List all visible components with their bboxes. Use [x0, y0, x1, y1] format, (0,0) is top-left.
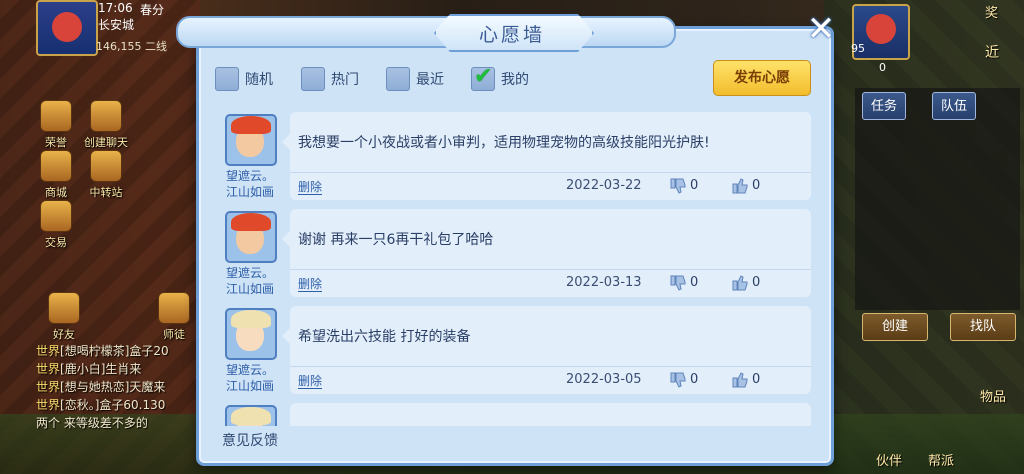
wish-list[interactable]: 望遮云。 江山如画 我想要一个小夜战或者小审判，适用物理宠物的高级技能阳光护肤! …	[212, 112, 812, 426]
author-avatar[interactable]	[225, 308, 277, 360]
wish-bubble: 希望洗出六技能 打好的装备 删除 2022-03-05 0 0	[282, 306, 811, 394]
thumbs-up-icon[interactable]	[730, 370, 750, 390]
hud-chat-button[interactable]: 创建聊天	[82, 100, 130, 150]
transfer-icon	[90, 150, 122, 182]
team-panel	[855, 88, 1020, 310]
hud-friends-button[interactable]: 好友	[40, 292, 88, 342]
close-button[interactable]: ✕	[803, 12, 839, 46]
wish-date: 2022-03-22	[566, 178, 642, 193]
hud-transfer-button[interactable]: 中转站	[82, 150, 130, 200]
pet-level: 95	[851, 42, 865, 55]
delete-link[interactable]: 删除	[298, 180, 323, 195]
dislike-count: 0	[690, 275, 699, 290]
wish-date: 2022-03-05	[566, 372, 642, 387]
wish-message: 希望洗出六技能 打好的装备	[298, 329, 471, 345]
reward-button[interactable]: 奖	[985, 2, 998, 21]
publish-wish-button[interactable]: 发布心愿	[713, 60, 811, 96]
chat-line: 世界[想喝柠檬茶]盒子20	[36, 344, 169, 358]
mentor-icon	[158, 292, 190, 324]
checkbox-icon	[301, 67, 325, 91]
dislike-count: 0	[690, 178, 699, 193]
wish-date: 2022-03-13	[566, 275, 642, 290]
dialog-title-bar	[176, 16, 676, 48]
find-team-button[interactable]: 找队	[950, 313, 1016, 341]
divider	[290, 366, 811, 367]
checkbox-checked-icon	[471, 64, 495, 91]
tab-tasks[interactable]: 任务	[862, 92, 907, 120]
checkbox-icon	[386, 67, 410, 91]
filter-mine[interactable]: 我的	[471, 64, 529, 92]
wish-item: 望遮云。 江山如画 谢谢 再来一只6再干礼包了哈哈 删除 2022-03-13 0…	[212, 209, 812, 301]
delete-link[interactable]: 删除	[298, 277, 323, 292]
checkbox-icon	[215, 67, 239, 91]
map-name[interactable]: 长安城	[98, 16, 134, 33]
guild-button[interactable]: 帮派	[928, 450, 954, 469]
filter-popular[interactable]: 热门	[301, 66, 359, 92]
partner-button[interactable]: 伙伴	[876, 450, 902, 469]
player-avatar[interactable]	[36, 0, 98, 56]
wish-item: 望遮云。 江山如画 我想要一个小夜战或者小审判，适用物理宠物的高级技能阳光护肤! …	[212, 112, 812, 204]
wish-message: 我想要一个小夜战或者小审判，适用物理宠物的高级技能阳光护肤!	[298, 135, 710, 151]
divider	[290, 269, 811, 270]
wish-bubble: 谢谢 再来一只6再干礼包了哈哈 删除 2022-03-13 0 0	[282, 209, 811, 297]
author-avatar[interactable]	[225, 405, 277, 426]
status-season: 春分	[140, 3, 165, 17]
author-name[interactable]: 望遮云。 江山如画	[217, 362, 283, 394]
friends-icon	[48, 292, 80, 324]
like-count: 0	[752, 178, 761, 193]
author-name[interactable]: 望遮云。 江山如画	[217, 168, 283, 200]
items-button[interactable]: 物品	[980, 386, 1006, 405]
thumbs-down-icon[interactable]	[668, 273, 688, 293]
chat-line: 世界[恋秋。]盒子60.130	[36, 398, 166, 412]
divider	[290, 172, 811, 173]
hud-trade-button[interactable]: 交易	[32, 200, 80, 250]
hud-honor-button[interactable]: 荣誉	[32, 100, 80, 150]
wish-bubble: 我想要一个小夜战或者小审判，适用物理宠物的高级技能阳光护肤! 删除 2022-0…	[282, 112, 811, 200]
mall-icon	[40, 150, 72, 182]
chat-line: 两个 来等级差不多的	[36, 416, 148, 430]
hud-mentor-button[interactable]: 师徒	[150, 292, 198, 342]
author-avatar[interactable]	[225, 211, 277, 263]
dislike-count: 0	[690, 372, 699, 387]
pet-value: 0	[879, 61, 886, 74]
wish-item	[212, 403, 812, 426]
wish-message: 谢谢 再来一只6再干礼包了哈哈	[298, 232, 494, 248]
status-time: 17:06	[98, 1, 133, 15]
trade-icon	[40, 200, 72, 232]
feedback-button[interactable]: 意见反馈	[222, 430, 278, 450]
author-name[interactable]: 望遮云。 江山如画	[217, 265, 283, 297]
thumbs-down-icon[interactable]	[668, 176, 688, 196]
author-avatar[interactable]	[225, 114, 277, 166]
map-coordinates: 146,155 二线	[96, 40, 167, 53]
feedback-fade	[212, 428, 812, 452]
chat-line: 世界[鹿小白]生肖来	[36, 362, 142, 376]
like-count: 0	[752, 372, 761, 387]
chat-line: 世界[想与她热恋]天魔来	[36, 380, 166, 394]
tab-team[interactable]: 队伍	[932, 92, 977, 120]
honor-icon	[40, 100, 72, 132]
filter-random[interactable]: 随机	[215, 66, 273, 92]
hud-mall-button[interactable]: 商城	[32, 150, 80, 200]
thumbs-up-icon[interactable]	[730, 176, 750, 196]
thumbs-up-icon[interactable]	[730, 273, 750, 293]
wish-bubble	[282, 403, 811, 426]
delete-link[interactable]: 删除	[298, 374, 323, 389]
thumbs-down-icon[interactable]	[668, 370, 688, 390]
create-team-button[interactable]: 创建	[862, 313, 928, 341]
nearby-button[interactable]: 近	[985, 42, 999, 62]
chat-icon	[90, 100, 122, 132]
wish-item: 望遮云。 江山如画 希望洗出六技能 打好的装备 删除 2022-03-05 0 0	[212, 306, 812, 398]
filter-recent[interactable]: 最近	[386, 66, 444, 92]
dialog-title: 心愿墙	[478, 24, 545, 46]
like-count: 0	[752, 275, 761, 290]
